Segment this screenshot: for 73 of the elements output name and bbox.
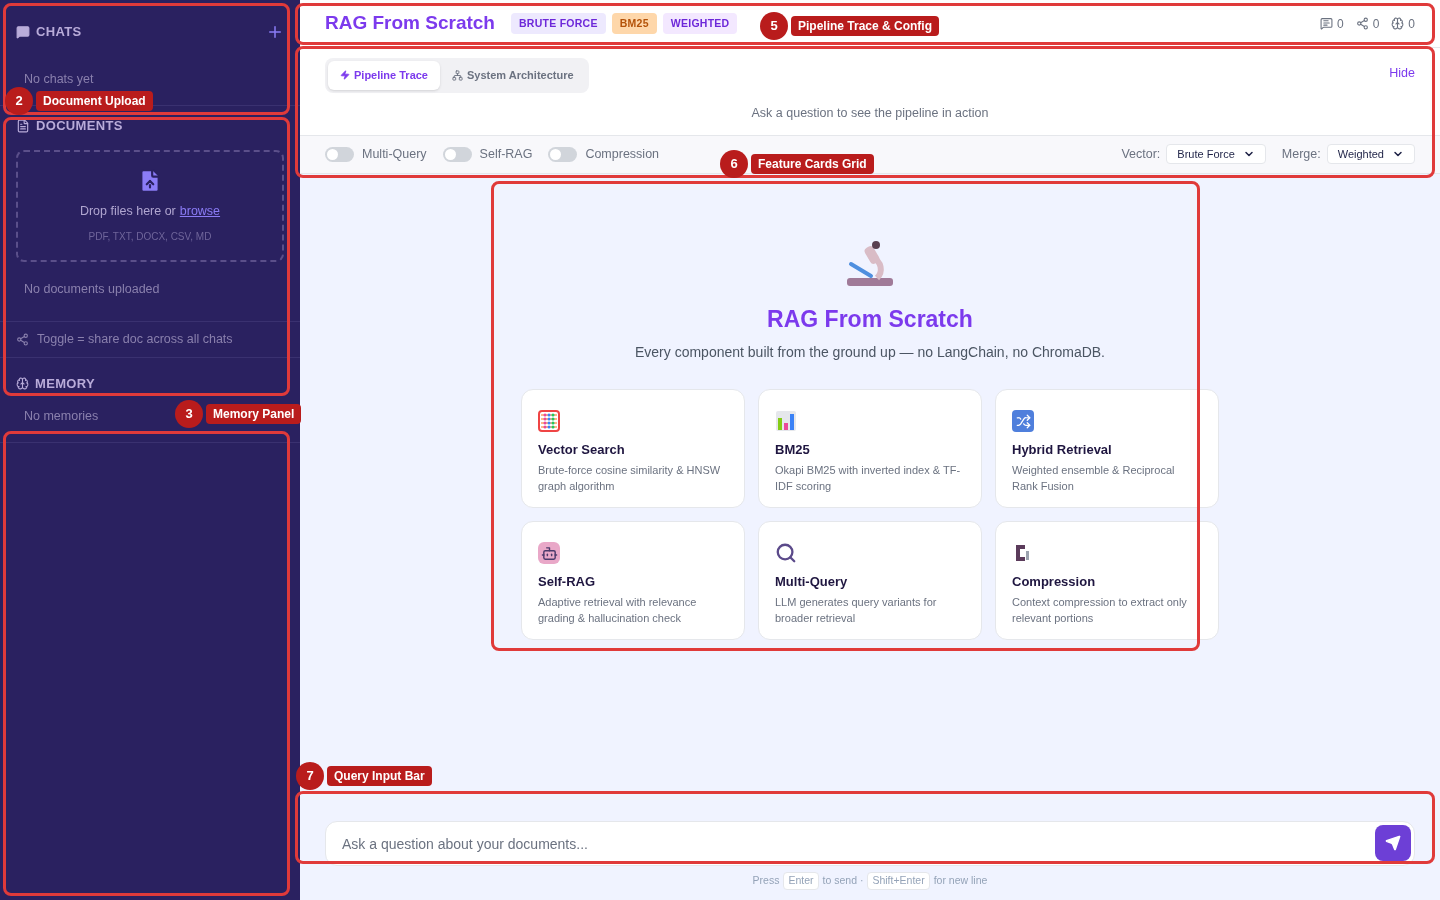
share-hint: Toggle = share doc across all chats (37, 330, 233, 348)
chat-icon (16, 24, 30, 39)
drop-zone[interactable]: Drop files here or browse PDF, TXT, DOCX, CSV, MD (16, 149, 284, 262)
stat-count: 0 (1372, 15, 1380, 33)
section-title: MEMORY (35, 374, 95, 393)
hero-title: RAG From Scratch (767, 304, 973, 334)
share-icon (16, 332, 29, 346)
section-title: CHATS (36, 23, 82, 41)
annotation-label: Document Upload (36, 91, 153, 111)
view-tab[interactable]: Pipeline Trace (328, 61, 440, 90)
toggle-switch[interactable] (548, 146, 578, 162)
annotation-number: 7 (296, 762, 324, 790)
brain-icon (1391, 17, 1405, 30)
chat-icon (1319, 17, 1333, 30)
toggle-label: Self-RAG (479, 145, 533, 163)
feature-title: Hybrid Retrieval (1012, 441, 1112, 459)
key-label: Shift+Enter (867, 872, 930, 890)
drop-text: Drop files here or (79, 202, 176, 220)
feature-description: LLM generates query variants for broader retrieval (775, 594, 938, 626)
select-label: Merge: (1281, 145, 1321, 163)
pipeline-empty-text: Ask a question to see the pipeline in action (751, 105, 989, 123)
hint-text: to send · (822, 873, 864, 889)
file-formats: PDF, TXT, DOCX, CSV, MD (88, 229, 212, 244)
annotation-label: Memory Panel (206, 404, 302, 424)
select-label: Vector: (1121, 145, 1161, 163)
brain-icon (16, 376, 29, 390)
annotation-label: Query Input Bar (327, 766, 432, 786)
feature-title: Multi-Query (775, 573, 848, 591)
send-button[interactable] (1375, 825, 1411, 862)
toggle-switch[interactable] (442, 146, 472, 162)
select-dropdown[interactable]: Weighted (1326, 144, 1415, 164)
annotation-label: Feature Cards Grid (751, 154, 874, 174)
share-icon (1355, 17, 1369, 30)
feature-description: Weighted ensemble & Reciprocal Rank Fusion (1012, 462, 1176, 494)
shuffle-icon (1012, 410, 1034, 432)
feature-title: Compression (1012, 573, 1096, 591)
empty-text: No chats yet (24, 70, 95, 88)
mode-badge: WEIGHTED (662, 12, 738, 35)
empty-text: No documents uploaded (24, 280, 161, 298)
select-dropdown[interactable]: Brute Force (1166, 144, 1266, 164)
feature-description: Adaptive retrieval with relevance grading & hallucination check (538, 594, 698, 626)
browse-link[interactable]: browse (179, 201, 221, 221)
robot-icon (538, 542, 560, 564)
empty-text: No memories (24, 408, 99, 425)
view-tab[interactable]: System Architecture (440, 61, 586, 90)
toggle-switch[interactable] (325, 146, 354, 162)
magnifier-icon (775, 542, 797, 564)
hero-subtitle: Every component built from the ground up — no LangChain, no ChromaDB. (634, 343, 1105, 362)
section-title: DOCUMENTS (36, 117, 123, 136)
feature-title: Vector Search (538, 441, 625, 459)
toggle-label: Compression (585, 145, 660, 163)
stat-count: 0 (1408, 15, 1415, 33)
lightning-icon (340, 70, 350, 81)
hint-text: Press (752, 873, 780, 889)
hint-text: for new line (933, 873, 988, 889)
mode-badge: BM25 (611, 12, 657, 35)
feature-title: Self-RAG (538, 573, 596, 591)
feature-title: BM25 (775, 441, 810, 459)
feature-description: Context compression to extract only relevant portions (1012, 594, 1188, 626)
send-icon (1385, 835, 1401, 852)
bar-chart-icon (775, 410, 797, 432)
app-title: RAG From Scratch (325, 11, 495, 36)
network-icon (452, 69, 463, 81)
mode-badge: BRUTE FORCE (511, 12, 606, 35)
toggle-label: Multi-Query (362, 145, 427, 163)
stat-count: 0 (1336, 15, 1344, 33)
feature-description: Brute-force cosine similarity & HNSW graph algorithm (538, 462, 722, 494)
document-icon (16, 119, 30, 133)
key-label: Enter (783, 872, 819, 890)
feature-description: Okapi BM25 with inverted index & TF-IDF scoring (775, 462, 962, 494)
abacus-icon (538, 410, 560, 432)
hide-link[interactable]: Hide (1389, 64, 1415, 83)
annotation-label: Pipeline Trace & Config (791, 16, 940, 36)
